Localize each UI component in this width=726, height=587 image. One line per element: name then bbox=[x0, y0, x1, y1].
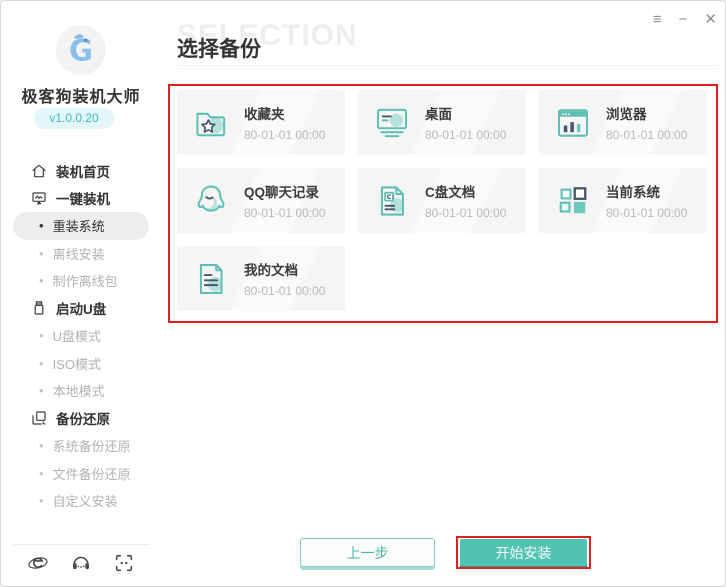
close-button[interactable]: ✕ bbox=[704, 11, 717, 29]
backup-time: 80-01-01 00:00 bbox=[244, 284, 325, 298]
window-menu-icon[interactable]: ≡ bbox=[653, 11, 662, 29]
backup-time: 80-01-01 00:00 bbox=[425, 128, 506, 142]
sidebar-item-iso-mode[interactable]: • ISO模式 bbox=[13, 350, 149, 378]
main-content: ≡ − ✕ SELECTION 选择备份 收藏夹 80-01-01 00:00 bbox=[161, 1, 726, 586]
bullet-icon: • bbox=[39, 357, 44, 370]
backup-name: C盘文档 bbox=[425, 181, 506, 201]
sidebar: G 极客狗装机大师 v1.0.0.20 装机首页 bbox=[1, 1, 161, 586]
sidebar-footer bbox=[1, 552, 161, 574]
app-name: 极客狗装机大师 bbox=[1, 83, 161, 107]
sidebar-item-usb-mode[interactable]: • U盘模式 bbox=[13, 322, 149, 350]
sidebar-item-system-backup-restore[interactable]: • 系统备份还原 bbox=[13, 432, 149, 460]
headset-support-icon[interactable] bbox=[70, 552, 92, 574]
bullet-icon: • bbox=[39, 384, 44, 397]
sidebar-item-one-key-install[interactable]: 一键装机 bbox=[13, 185, 149, 213]
c-drive-document-icon: C: bbox=[371, 180, 413, 222]
backup-card-browser[interactable]: 浏览器 80-01-01 00:00 bbox=[539, 90, 707, 155]
sidebar-item-label: 重装系统 bbox=[53, 216, 105, 235]
sidebar-item-label: U盘模式 bbox=[53, 326, 101, 345]
backup-name: 桌面 bbox=[425, 103, 506, 123]
sidebar-item-home[interactable]: 装机首页 bbox=[13, 157, 149, 185]
current-system-icon bbox=[552, 180, 594, 222]
sidebar-item-boot-usb[interactable]: 启动U盘 bbox=[13, 295, 149, 323]
version-badge: v1.0.0.20 bbox=[34, 108, 114, 129]
bullet-icon: • bbox=[39, 329, 44, 342]
backup-time: 80-01-01 00:00 bbox=[425, 206, 506, 220]
sidebar-item-label: 文件备份还原 bbox=[53, 464, 131, 483]
sidebar-item-label: 制作离线包 bbox=[53, 271, 118, 290]
backup-card-current-system[interactable]: 当前系统 80-01-01 00:00 bbox=[539, 168, 707, 233]
monitor-icon bbox=[31, 190, 47, 206]
sidebar-item-make-offline-pack[interactable]: • 制作离线包 bbox=[13, 267, 149, 295]
svg-text:C:: C: bbox=[387, 193, 394, 201]
backup-time: 80-01-01 00:00 bbox=[606, 206, 687, 220]
sidebar-item-label: 装机首页 bbox=[56, 161, 110, 181]
sidebar-item-label: ISO模式 bbox=[53, 354, 101, 373]
usb-drive-icon bbox=[31, 300, 47, 316]
bullet-icon: • bbox=[39, 219, 44, 232]
qr-scan-icon[interactable] bbox=[113, 552, 135, 574]
sidebar-item-label: 一键装机 bbox=[56, 188, 110, 208]
title-divider bbox=[177, 65, 719, 66]
backup-card-favorites[interactable]: 收藏夹 80-01-01 00:00 bbox=[177, 90, 345, 155]
backup-time: 80-01-01 00:00 bbox=[606, 128, 687, 142]
bullet-icon: • bbox=[39, 467, 44, 480]
sidebar-menu: 装机首页 一键装机 • 重装系统 • 离线安装 bbox=[1, 157, 161, 515]
favorites-folder-icon bbox=[190, 102, 232, 144]
sidebar-item-label: 自定义安装 bbox=[53, 491, 118, 510]
page-title: 选择备份 bbox=[177, 33, 261, 63]
home-icon bbox=[31, 163, 47, 179]
sidebar-item-reinstall-system[interactable]: • 重装系统 bbox=[13, 212, 149, 240]
ie-browser-icon[interactable] bbox=[27, 552, 49, 574]
app-logo: G bbox=[1, 25, 161, 80]
window-controls: ≡ − ✕ bbox=[653, 11, 717, 29]
qq-penguin-icon bbox=[190, 180, 232, 222]
sidebar-item-label: 本地模式 bbox=[53, 381, 105, 400]
sidebar-item-label: 备份还原 bbox=[56, 408, 110, 428]
backup-grid: 收藏夹 80-01-01 00:00 桌面 bbox=[177, 90, 721, 311]
sidebar-item-label: 启动U盘 bbox=[56, 298, 106, 318]
backup-card-desktop[interactable]: 桌面 80-01-01 00:00 bbox=[358, 90, 526, 155]
previous-step-button[interactable]: 上一步 bbox=[300, 538, 435, 567]
minimize-button[interactable]: − bbox=[679, 11, 688, 29]
backup-name: 当前系统 bbox=[606, 181, 687, 201]
sidebar-footer-divider bbox=[13, 544, 149, 545]
sidebar-item-backup-restore[interactable]: 备份还原 bbox=[13, 405, 149, 433]
sidebar-item-file-backup-restore[interactable]: • 文件备份还原 bbox=[13, 460, 149, 488]
sidebar-item-local-mode[interactable]: • 本地模式 bbox=[13, 377, 149, 405]
backup-name: QQ聊天记录 bbox=[244, 181, 325, 201]
backup-time: 80-01-01 00:00 bbox=[244, 206, 325, 220]
sidebar-item-label: 离线安装 bbox=[53, 244, 105, 263]
backup-name: 收藏夹 bbox=[244, 103, 325, 123]
logo-dog-icon: G bbox=[56, 25, 106, 75]
app-window: G 极客狗装机大师 v1.0.0.20 装机首页 bbox=[0, 0, 726, 587]
desktop-icon bbox=[371, 102, 413, 144]
sidebar-item-label: 系统备份还原 bbox=[53, 436, 131, 455]
backup-card-c-drive-docs[interactable]: C: C盘文档 80-01-01 00:00 bbox=[358, 168, 526, 233]
start-install-button[interactable]: 开始安装 bbox=[460, 539, 587, 566]
backup-time: 80-01-01 00:00 bbox=[244, 128, 325, 142]
svg-text:G: G bbox=[69, 33, 93, 67]
backup-card-qq-chat[interactable]: QQ聊天记录 80-01-01 00:00 bbox=[177, 168, 345, 233]
my-documents-icon bbox=[190, 258, 232, 300]
bullet-icon: • bbox=[39, 494, 44, 507]
backup-name: 浏览器 bbox=[606, 103, 687, 123]
sidebar-item-custom-install[interactable]: • 自定义安装 bbox=[13, 487, 149, 515]
bullet-icon: • bbox=[39, 247, 44, 260]
bullet-icon: • bbox=[39, 439, 44, 452]
bullet-icon: • bbox=[39, 274, 44, 287]
backup-restore-icon bbox=[31, 410, 47, 426]
backup-card-my-documents[interactable]: 我的文档 80-01-01 00:00 bbox=[177, 246, 345, 311]
sidebar-item-offline-install[interactable]: • 离线安装 bbox=[13, 240, 149, 268]
backup-name: 我的文档 bbox=[244, 259, 325, 279]
browser-window-icon bbox=[552, 102, 594, 144]
